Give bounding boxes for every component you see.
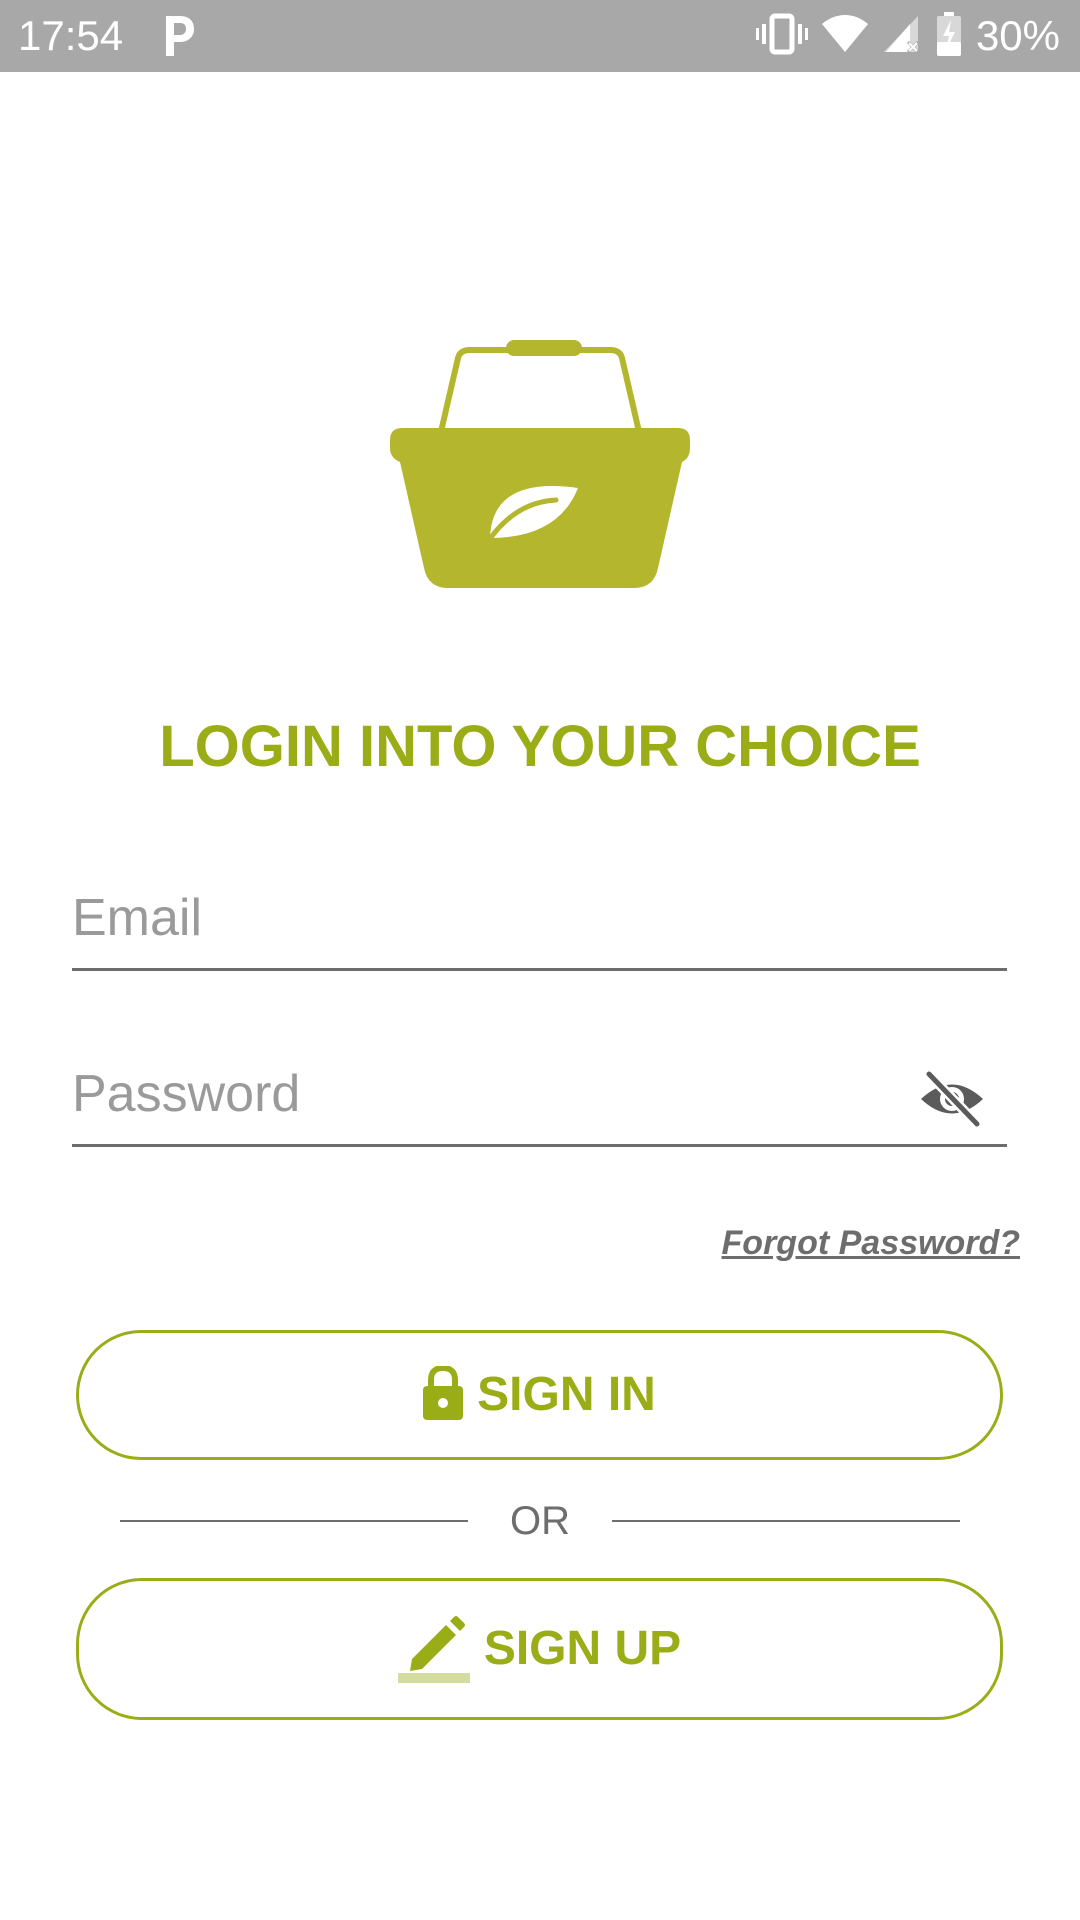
page-title: LOGIN INTO YOUR CHOICE: [159, 714, 921, 779]
divider-line-right: [612, 1520, 960, 1522]
basket-leaf-icon: [388, 338, 692, 590]
sign-up-button[interactable]: SIGN UP: [76, 1578, 1003, 1720]
battery-charging-icon: [936, 11, 962, 61]
or-divider: OR: [120, 1494, 960, 1548]
pencil-icon: [397, 1611, 470, 1688]
sign-in-label: SIGN IN: [477, 1368, 656, 1421]
vibrate-icon: [755, 12, 808, 61]
password-field[interactable]: [72, 1054, 872, 1134]
parking-icon: [160, 12, 196, 60]
email-field-container: [72, 878, 1007, 971]
status-time: 17:54: [18, 12, 124, 59]
sign-up-label: SIGN UP: [483, 1622, 682, 1675]
status-icons: 30%: [755, 11, 1060, 61]
lock-icon: [423, 1364, 464, 1425]
status-bar: 17:54 30%: [0, 0, 1080, 72]
forgot-password-link[interactable]: Forgot Password?: [722, 1222, 1020, 1264]
wifi-icon: [821, 14, 868, 59]
password-field-container: [72, 1054, 1007, 1147]
sign-in-button[interactable]: SIGN IN: [76, 1330, 1003, 1460]
eye-off-icon[interactable]: [919, 1069, 985, 1129]
cell-signal-icon: [882, 14, 922, 59]
email-field[interactable]: [72, 878, 872, 958]
battery-percent: 30%: [975, 12, 1060, 59]
